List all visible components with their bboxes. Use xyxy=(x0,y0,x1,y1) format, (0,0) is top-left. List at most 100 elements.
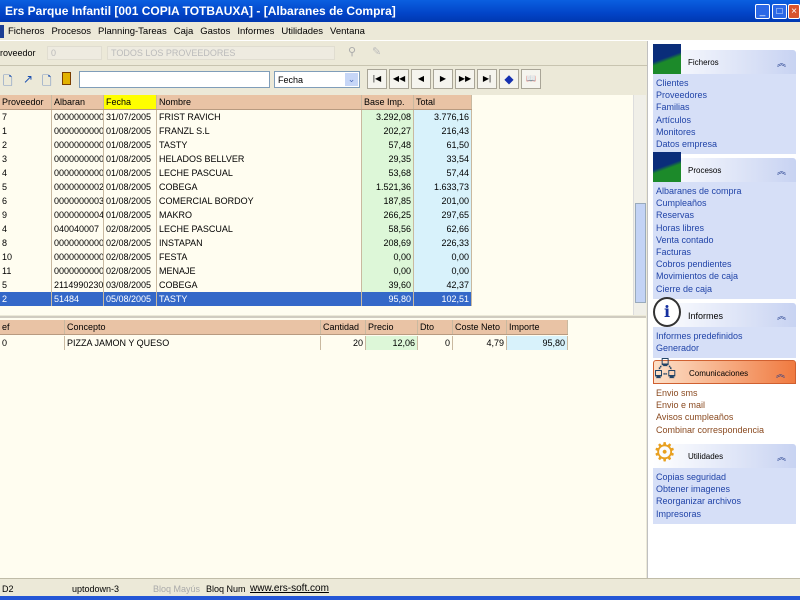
sidebar-link[interactable]: Envio sms xyxy=(656,387,796,399)
table-row[interactable]: 9 0000000004 01/08/2005 MAKRO 266,25 297,65 xyxy=(0,208,472,222)
table-row[interactable]: 5 2114990230 03/08/2005 COBEGA 39,60 42,37 xyxy=(0,278,472,292)
table-row[interactable]: 8 0000000000 02/08/2005 INSTAPAN 208,69 226,3… xyxy=(0,236,472,250)
menu-ficheros[interactable]: Ficheros xyxy=(8,26,44,37)
maximize-button[interactable]: □ xyxy=(772,4,787,19)
section-header-informes[interactable]: i Informes ︽ xyxy=(653,297,796,327)
sidebar-link[interactable]: Impresoras xyxy=(656,508,796,520)
menu-caja[interactable]: Caja xyxy=(174,26,194,37)
system-menu-icon[interactable] xyxy=(0,25,4,38)
next-record-button[interactable]: ▶ xyxy=(433,69,453,89)
col-fecha[interactable]: Fecha xyxy=(104,95,157,109)
book-icon[interactable]: 📖 xyxy=(521,69,541,89)
menu-informes[interactable]: Informes xyxy=(237,26,274,37)
cell-fecha: 01/08/2005 xyxy=(104,180,157,194)
sidebar-link[interactable]: Envio e mail xyxy=(656,399,796,411)
table-row[interactable]: 3 0000000000 01/08/2005 HELADOS BELLVER 29,3… xyxy=(0,152,472,166)
prev-record-button[interactable]: ◀ xyxy=(411,69,431,89)
menu-utilidades[interactable]: Utilidades xyxy=(281,26,323,37)
sidebar-link[interactable]: Copias seguridad xyxy=(656,471,796,483)
col-dto[interactable]: Dto xyxy=(418,320,453,334)
new-icon[interactable]: 🗋 xyxy=(3,72,13,93)
col-concepto[interactable]: Concepto xyxy=(65,320,321,334)
scrollbar-thumb[interactable] xyxy=(635,203,646,303)
table-row[interactable]: 6 0000000003 01/08/2005 COMERCIAL BORDOY 187… xyxy=(0,194,472,208)
menu-ventana[interactable]: Ventana xyxy=(330,26,365,37)
sidebar-link[interactable]: Avisos cumpleaños xyxy=(656,411,796,423)
col-coste-neto[interactable]: Coste Neto xyxy=(453,320,507,334)
sidebar-link[interactable]: Proveedores xyxy=(656,89,796,101)
collapse-icon[interactable]: ︽ xyxy=(777,56,786,69)
sidebar-link[interactable]: Clientes xyxy=(656,77,796,89)
sidebar-link[interactable]: Datos empresa xyxy=(656,138,796,150)
collapse-icon[interactable]: ︽ xyxy=(777,450,786,463)
minimize-button[interactable]: _ xyxy=(755,4,770,19)
table-row[interactable]: 5 0000000002 01/08/2005 COBEGA 1.521,36 1.633… xyxy=(0,180,472,194)
col-nombre[interactable]: Nombre xyxy=(157,95,362,109)
sidebar-link[interactable]: Generador xyxy=(656,342,796,354)
close-button[interactable]: × xyxy=(788,4,800,19)
collapse-icon[interactable]: ︽ xyxy=(777,309,786,322)
cell-base-imp: 0,00 xyxy=(362,250,414,264)
sidebar-link[interactable]: Facturas xyxy=(656,246,796,258)
delete-icon[interactable]: 🗋 xyxy=(42,72,52,93)
exit-door-icon[interactable] xyxy=(62,72,71,85)
menu-procesos[interactable]: Procesos xyxy=(51,26,91,37)
sidebar-link[interactable]: Obtener imagenes xyxy=(656,483,796,495)
collapse-icon[interactable]: ︽ xyxy=(776,367,785,380)
section-header-procesos[interactable]: Procesos ︽ xyxy=(653,152,796,182)
col-base-imp[interactable]: Base Imp. xyxy=(362,95,414,109)
section-header-utilidades[interactable]: ⚙ Utilidades ︽ xyxy=(653,438,796,468)
col-proveedor[interactable]: Proveedor xyxy=(0,95,52,109)
edit-icon[interactable]: ↗ xyxy=(23,72,33,86)
sidebar-link[interactable]: Reservas xyxy=(656,209,796,221)
flashlight-icon[interactable]: ⚲ xyxy=(348,45,356,58)
first-record-button[interactable]: |◀ xyxy=(367,69,387,89)
col-ref[interactable]: ef xyxy=(0,320,65,334)
section-header-ficheros[interactable]: Ficheros ︽ xyxy=(653,44,796,74)
table-row[interactable]: 10 0000000000 02/08/2005 FESTA 0,00 0,00 xyxy=(0,250,472,264)
albaranes-scrollbar[interactable] xyxy=(633,95,646,315)
sidebar-link[interactable]: Cumpleaños xyxy=(656,197,796,209)
prev-page-button[interactable]: ◀◀ xyxy=(389,69,409,89)
chevron-down-icon[interactable]: ⌄ xyxy=(345,73,358,86)
table-row[interactable]: 2 0000000000 01/08/2005 TASTY 57,48 61,50 xyxy=(0,138,472,152)
sidebar-link[interactable]: Reorganizar archivos xyxy=(656,495,796,507)
sidebar-link[interactable]: Cierre de caja xyxy=(656,283,796,295)
next-page-button[interactable]: ▶▶ xyxy=(455,69,475,89)
website-link[interactable]: www.ers-soft.com xyxy=(250,583,329,594)
table-row[interactable]: 1 0000000000 01/08/2005 FRANZL S.L 202,27 216… xyxy=(0,124,472,138)
col-albaran[interactable]: Albaran xyxy=(52,95,104,109)
sidebar-link[interactable]: Albaranes de compra xyxy=(656,185,796,197)
col-importe[interactable]: Importe xyxy=(507,320,568,334)
sidebar-link[interactable]: Movimientos de caja xyxy=(656,270,796,282)
collapse-icon[interactable]: ︽ xyxy=(777,164,786,177)
col-cantidad[interactable]: Cantidad xyxy=(321,320,366,334)
sidebar-link[interactable]: Combinar correspondencia xyxy=(656,424,796,436)
linea-row[interactable]: 0 PIZZA JAMON Y QUESO 20 12,06 0 4,79 95… xyxy=(0,336,568,350)
table-row[interactable]: 7 0000000000 31/07/2005 FRIST RAVICH 3.292,0… xyxy=(0,110,472,124)
sidebar-link[interactable]: Cobros pendientes xyxy=(656,258,796,270)
sidebar-link[interactable]: Familias xyxy=(656,101,796,113)
menu-planning[interactable]: Planning-Tareas xyxy=(98,26,167,37)
table-row[interactable]: 4 040040007 02/08/2005 LECHE PASCUAL 58,56 62… xyxy=(0,222,472,236)
last-record-button[interactable]: ▶| xyxy=(477,69,497,89)
proveedor-code-field[interactable]: 0 xyxy=(47,46,102,60)
bookmark-icon[interactable]: ◆ xyxy=(499,69,519,89)
search-input[interactable] xyxy=(79,71,270,88)
table-row-selected[interactable]: 2 51484 05/08/2005 TASTY 95,80 102,51 xyxy=(0,292,472,306)
sidebar-link[interactable]: Horas libres xyxy=(656,222,796,234)
order-select[interactable]: Fecha ⌄ xyxy=(274,71,360,88)
menu-gastos[interactable]: Gastos xyxy=(200,26,230,37)
cell-base-imp: 57,48 xyxy=(362,138,414,152)
sidebar-link[interactable]: Artículos xyxy=(656,114,796,126)
sidebar-link[interactable]: Monitores xyxy=(656,126,796,138)
sidebar-link[interactable]: Venta contado xyxy=(656,234,796,246)
section-header-comunicaciones[interactable]: 🖧 Comunicaciones ︽ xyxy=(653,359,796,384)
clear-filter-icon[interactable]: ✎ xyxy=(372,45,381,58)
sidebar-link[interactable]: Informes predefinidos xyxy=(656,330,796,342)
table-row[interactable]: 11 0000000000 02/08/2005 MENAJE 0,00 0,00 xyxy=(0,264,472,278)
proveedor-name-field[interactable]: TODOS LOS PROVEEDORES xyxy=(107,46,335,60)
col-total[interactable]: Total xyxy=(414,95,472,109)
col-precio[interactable]: Precio xyxy=(366,320,418,334)
table-row[interactable]: 4 0000000000 01/08/2005 LECHE PASCUAL 53,68 5… xyxy=(0,166,472,180)
